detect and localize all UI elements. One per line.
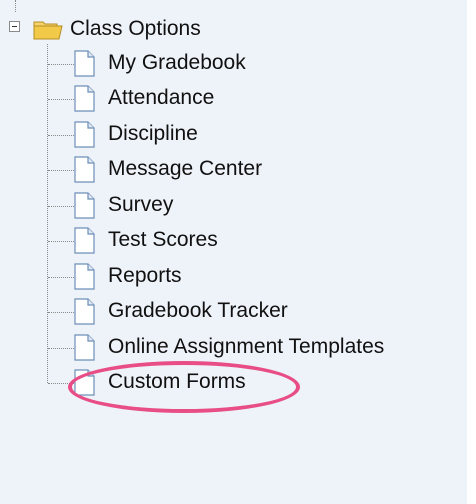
panel-edge	[467, 0, 476, 504]
tree-item-label: Gradebook Tracker	[108, 299, 288, 322]
tree-connector-line	[48, 348, 74, 349]
tree-connector-line	[47, 44, 48, 383]
document-icon	[74, 334, 95, 361]
document-icon	[74, 156, 95, 183]
collapse-toggle-icon[interactable]	[9, 21, 20, 32]
tree-item-label: Message Center	[108, 157, 263, 180]
tree-connector-line	[48, 277, 74, 278]
tree-connector-line	[15, 0, 16, 12]
tree-item-label: Reports	[108, 264, 182, 287]
document-icon	[74, 85, 95, 112]
tree-connector-line	[48, 64, 74, 65]
tree-item-label: Discipline	[108, 122, 198, 145]
tree-item-label: Test Scores	[108, 228, 218, 251]
tree-item-label: Custom Forms	[108, 370, 246, 393]
tree-item-label: Survey	[108, 193, 174, 216]
document-icon	[74, 298, 95, 325]
tree-connector-line	[48, 241, 74, 242]
tree-connector-line	[48, 206, 74, 207]
tree-connector-line	[48, 99, 74, 100]
tree-root-class-options[interactable]: Class Options	[70, 15, 201, 43]
navigation-tree: Class Options My Gradebook Attendance Di…	[0, 0, 467, 504]
document-icon	[74, 192, 95, 219]
document-icon	[74, 263, 95, 290]
tree-item-label: My Gradebook	[108, 51, 246, 74]
folder-open-icon	[33, 21, 63, 40]
tree-item-label: Attendance	[108, 86, 215, 109]
document-icon	[74, 227, 95, 254]
tree-connector-line	[48, 312, 74, 313]
tree-connector-line	[48, 135, 74, 136]
document-icon	[74, 121, 95, 148]
tree-item-label: Online Assignment Templates	[108, 335, 385, 358]
document-icon	[74, 369, 95, 396]
document-icon	[74, 50, 95, 77]
tree-connector-line	[48, 383, 74, 384]
tree-connector-line	[48, 170, 74, 171]
